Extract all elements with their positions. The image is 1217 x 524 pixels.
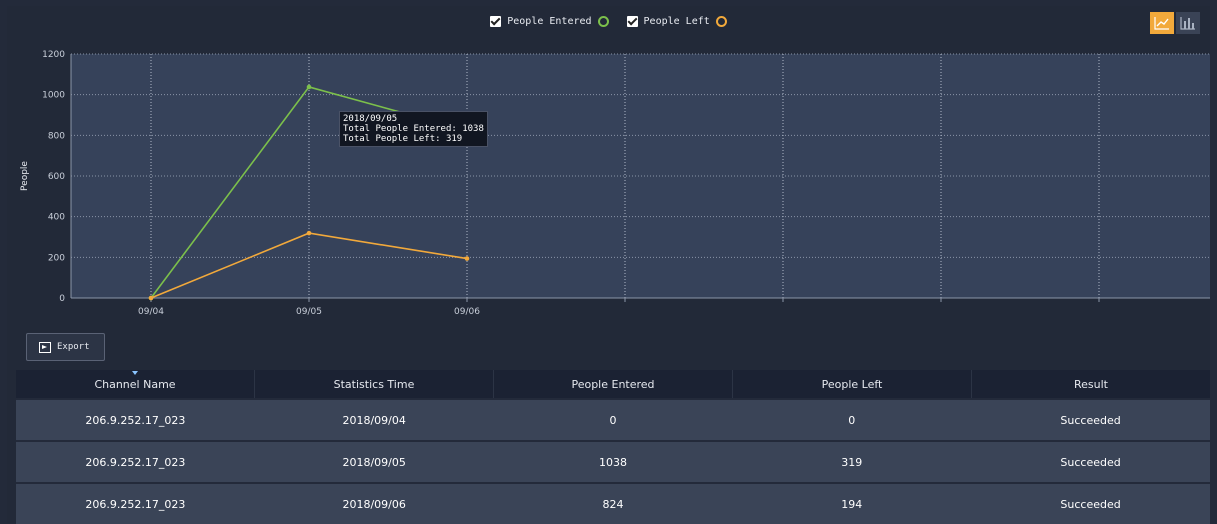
y-tick-label: 0 (59, 294, 65, 304)
chart-svg: 0 200 400 600 800 1000 1200 09/04 09/05 09/06 Peop… (20, 50, 1210, 317)
header-label: Channel Name (94, 377, 176, 391)
export-label: Export (57, 342, 90, 352)
y-tick-label: 800 (48, 131, 65, 141)
export-button[interactable]: Export (26, 333, 105, 361)
header-label: People Entered (571, 377, 655, 391)
export-icon (39, 341, 51, 353)
cell-channel-name: 206.9.252.17_023 (85, 497, 186, 511)
y-tick-label: 400 (48, 213, 65, 223)
tooltip-left: Total People Left: 319 (343, 134, 463, 144)
bar-chart-button[interactable] (1176, 12, 1200, 34)
table-header: Channel Name Statistics Time People Ente… (16, 370, 1210, 398)
checkbox-people-left[interactable] (626, 16, 638, 27)
cell-people-left: 319 (841, 455, 863, 469)
cell-result: Succeeded (1060, 455, 1121, 469)
legend-label-left: People Left (643, 16, 710, 27)
cell-statistics-time: 2018/09/06 (342, 497, 406, 511)
cell-people-entered: 824 (602, 497, 624, 511)
y-tick-label: 1200 (42, 50, 65, 60)
tooltip-entered: Total People Entered: 1038 (343, 124, 484, 134)
cell-statistics-time: 2018/09/04 (342, 413, 406, 427)
legend-label-entered: People Entered (507, 16, 592, 27)
y-tick-label: 200 (48, 253, 65, 263)
cell-result: Succeeded (1060, 413, 1121, 427)
y-axis-label: People (20, 161, 30, 191)
checkbox-people-entered[interactable] (490, 16, 502, 27)
header-label: Result (1074, 377, 1108, 391)
x-tick-label: 09/06 (454, 307, 480, 317)
sort-indicator-icon (132, 371, 138, 375)
column-header-people-entered[interactable]: People Entered (494, 370, 733, 398)
header-label: People Left (821, 377, 883, 391)
data-point (306, 84, 312, 90)
chart-legend: People Entered People Left (0, 16, 1217, 27)
legend-people-left[interactable]: People Left (626, 16, 727, 27)
x-tick-label: 09/04 (138, 307, 164, 317)
data-point (306, 230, 312, 236)
cell-people-left: 194 (841, 497, 863, 511)
chart-view-toggle (1150, 12, 1200, 34)
line-chart-button[interactable] (1150, 12, 1174, 34)
cell-statistics-time: 2018/09/05 (342, 455, 406, 469)
column-header-channel-name[interactable]: Channel Name (16, 370, 255, 398)
table-row[interactable]: 206.9.252.17_023 2018/09/05 1038 319 Suc… (16, 440, 1210, 482)
legend-people-entered[interactable]: People Entered (490, 16, 609, 27)
cell-people-entered: 0 (609, 413, 617, 427)
statistics-table: Channel Name Statistics Time People Ente… (16, 370, 1210, 524)
y-tick-label: 600 (48, 172, 65, 182)
data-point (464, 256, 470, 261)
cell-people-entered: 1038 (598, 455, 627, 469)
x-tick-label: 09/05 (296, 307, 322, 317)
cell-result: Succeeded (1060, 497, 1121, 511)
line-chart-icon (1154, 17, 1169, 30)
header-label: Statistics Time (333, 377, 415, 391)
y-tick-label: 1000 (42, 91, 65, 101)
column-header-result[interactable]: Result (972, 370, 1210, 398)
data-point (148, 295, 154, 301)
tooltip-date: 2018/09/05 (343, 114, 398, 124)
table-row[interactable]: 206.9.252.17_023 2018/09/04 0 0 Succeede… (16, 398, 1210, 440)
legend-marker-left (715, 16, 727, 27)
bar-chart-icon (1180, 17, 1195, 30)
line-chart: 0 200 400 600 800 1000 1200 09/04 09/05 09/06 Peop… (14, 50, 1214, 320)
column-header-statistics-time[interactable]: Statistics Time (255, 370, 494, 398)
legend-marker-entered (597, 16, 609, 27)
table-row[interactable]: 206.9.252.17_023 2018/09/06 824 194 Succ… (16, 482, 1210, 524)
column-header-people-left[interactable]: People Left (733, 370, 972, 398)
cell-people-left: 0 (848, 413, 856, 427)
cell-channel-name: 206.9.252.17_023 (85, 455, 186, 469)
chart-tooltip: 2018/09/05 Total People Entered: 1038 Tota… (339, 111, 488, 147)
cell-channel-name: 206.9.252.17_023 (85, 413, 186, 427)
